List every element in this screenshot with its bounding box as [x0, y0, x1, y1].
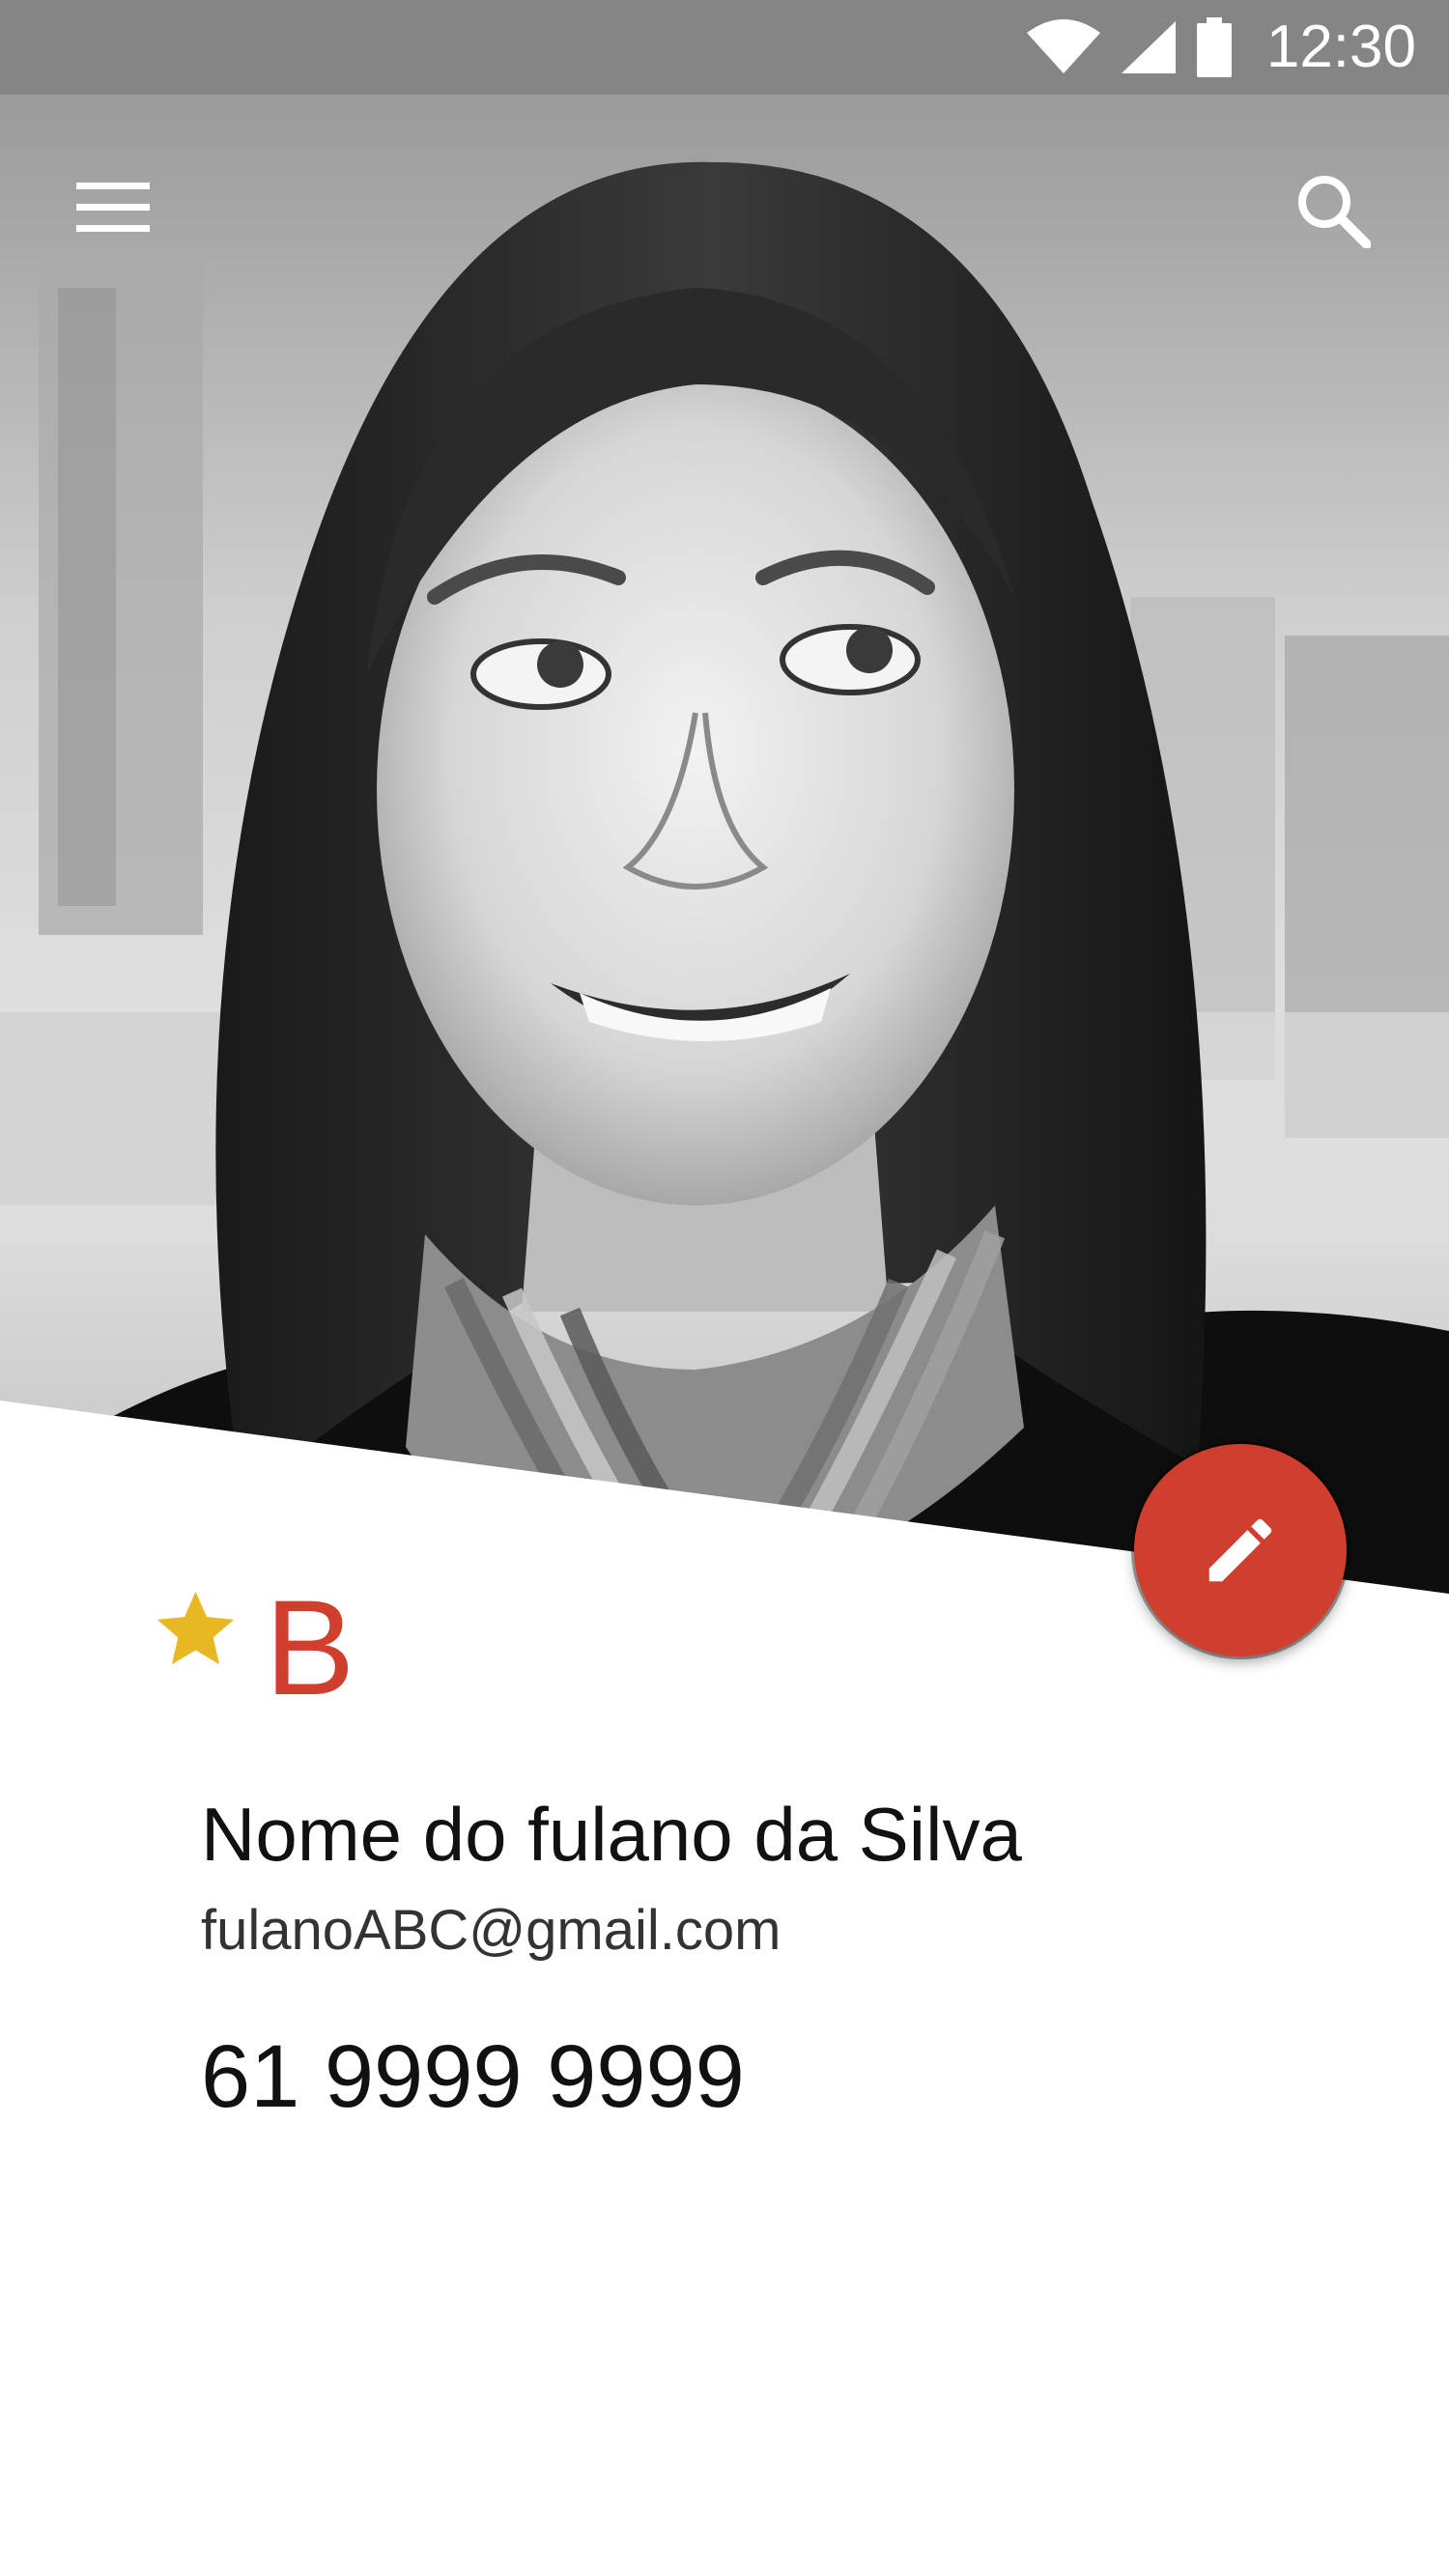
battery-icon	[1196, 17, 1232, 77]
contact-photo	[0, 95, 1449, 1594]
status-icons: 12:30	[1025, 0, 1416, 95]
menu-button[interactable]	[60, 164, 166, 251]
contact-name: Nome do fulano da Silva	[201, 1792, 1022, 1877]
portrait-image	[0, 95, 1449, 1594]
pencil-edit-icon	[1208, 1518, 1272, 1582]
status-bar: 12:30	[0, 0, 1449, 95]
status-time: 12:30	[1265, 14, 1416, 80]
wifi-icon	[1026, 19, 1100, 73]
group-letter: B	[265, 1571, 355, 1723]
search-icon	[1298, 176, 1371, 248]
contact-phone[interactable]: 61 9999 9999	[201, 2032, 745, 2121]
star-icon[interactable]	[150, 1584, 242, 1676]
contact-email[interactable]: fulanoABC@gmail.com	[201, 1903, 781, 1959]
hamburger-menu-icon	[76, 183, 150, 232]
edit-contact-button[interactable]	[1134, 1444, 1347, 1656]
search-button[interactable]	[1285, 162, 1381, 259]
cellular-signal-icon	[1121, 21, 1176, 73]
